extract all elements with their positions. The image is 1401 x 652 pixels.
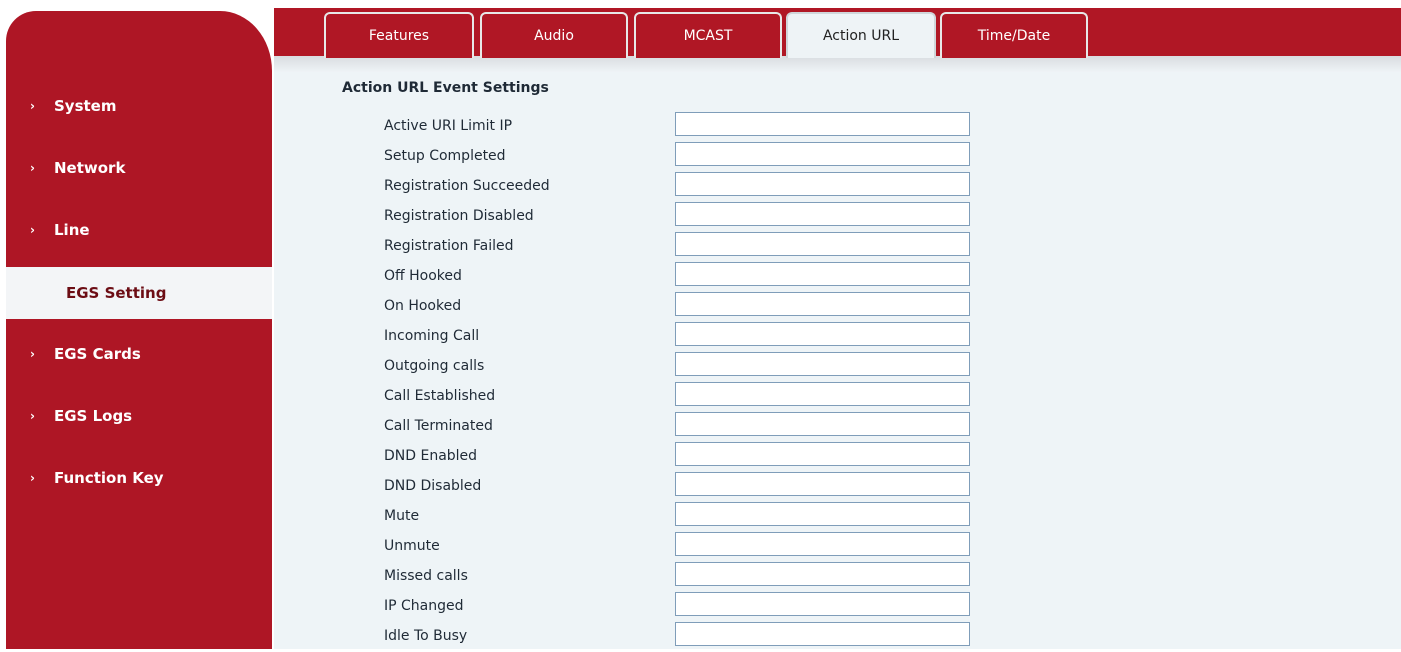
field-label: DND Enabled bbox=[384, 448, 478, 464]
sidebar-item-egs-cards[interactable]: › EGS Cards bbox=[6, 339, 272, 369]
chevron-right-icon: › bbox=[30, 223, 35, 237]
field-label: Outgoing calls bbox=[384, 358, 485, 374]
form-row: Unmute bbox=[274, 532, 1401, 562]
form-row: Missed calls bbox=[274, 562, 1401, 592]
missed-calls-input[interactable] bbox=[675, 562, 970, 586]
section-title: Action URL Event Settings bbox=[342, 80, 549, 96]
chevron-right-icon: › bbox=[30, 409, 35, 423]
sidebar-item-network[interactable]: › Network bbox=[6, 153, 272, 183]
sidebar-item-line[interactable]: › Line bbox=[6, 215, 272, 245]
field-label: Unmute bbox=[384, 538, 440, 554]
idle-to-busy-input[interactable] bbox=[675, 622, 970, 646]
main-content: Action URL Event Settings Active URI Lim… bbox=[274, 72, 1401, 649]
tab-label: Audio bbox=[534, 28, 574, 44]
sidebar-item-function-key[interactable]: › Function Key bbox=[6, 463, 272, 493]
sidebar-item-system[interactable]: › System bbox=[6, 91, 272, 121]
mute-input[interactable] bbox=[675, 502, 970, 526]
form-row: Setup Completed bbox=[274, 142, 1401, 172]
dnd-enabled-input[interactable] bbox=[675, 442, 970, 466]
sidebar-item-label: System bbox=[54, 97, 117, 115]
field-label: DND Disabled bbox=[384, 478, 482, 494]
field-label: Mute bbox=[384, 508, 420, 524]
form-row: Incoming Call bbox=[274, 322, 1401, 352]
form-row: Outgoing calls bbox=[274, 352, 1401, 382]
field-label: Setup Completed bbox=[384, 148, 506, 164]
sidebar-item-label: EGS Setting bbox=[66, 284, 167, 302]
sidebar-item-label: EGS Logs bbox=[54, 407, 133, 425]
sidebar-item-label: EGS Cards bbox=[54, 345, 141, 363]
ip-changed-input[interactable] bbox=[675, 592, 970, 616]
sidebar-item-label: Function Key bbox=[54, 469, 164, 487]
field-label: Call Terminated bbox=[384, 418, 493, 434]
outgoing-calls-input[interactable] bbox=[675, 352, 970, 376]
sidebar-item-egs-logs[interactable]: › EGS Logs bbox=[6, 401, 272, 431]
sidebar-item-label: Network bbox=[54, 159, 126, 177]
field-label: On Hooked bbox=[384, 298, 462, 314]
registration-disabled-input[interactable] bbox=[675, 202, 970, 226]
tab-features[interactable]: Features bbox=[324, 12, 474, 58]
tab-time-date[interactable]: Time/Date bbox=[940, 12, 1088, 58]
form-row: On Hooked bbox=[274, 292, 1401, 322]
form-row: IP Changed bbox=[274, 592, 1401, 622]
form-row: Idle To Busy bbox=[274, 622, 1401, 652]
field-label: Missed calls bbox=[384, 568, 468, 584]
call-established-input[interactable] bbox=[675, 382, 970, 406]
form-row: Active URI Limit IP bbox=[274, 112, 1401, 142]
chevron-right-icon: › bbox=[30, 471, 35, 485]
field-label: Call Established bbox=[384, 388, 496, 404]
chevron-right-icon: › bbox=[30, 347, 35, 361]
incoming-call-input[interactable] bbox=[675, 322, 970, 346]
tab-mcast[interactable]: MCAST bbox=[634, 12, 782, 58]
field-label: Active URI Limit IP bbox=[384, 118, 513, 134]
on-hooked-input[interactable] bbox=[675, 292, 970, 316]
form-row: Off Hooked bbox=[274, 262, 1401, 292]
sidebar-item-egs-setting[interactable]: EGS Setting bbox=[6, 267, 272, 319]
form-row: Registration Failed bbox=[274, 232, 1401, 262]
sidebar-item-label: Line bbox=[54, 221, 90, 239]
unmute-input[interactable] bbox=[675, 532, 970, 556]
tab-label: Features bbox=[368, 28, 430, 44]
tab-label: Time/Date bbox=[977, 28, 1051, 44]
tab-action-url[interactable]: Action URL bbox=[786, 12, 936, 58]
registration-succeeded-input[interactable] bbox=[675, 172, 970, 196]
active-uri-limit-ip-input[interactable] bbox=[675, 112, 970, 136]
field-label: Incoming Call bbox=[384, 328, 480, 344]
form-row: Mute bbox=[274, 502, 1401, 532]
form-row: Registration Succeeded bbox=[274, 172, 1401, 202]
form-row: Call Established bbox=[274, 382, 1401, 412]
chevron-right-icon: › bbox=[30, 99, 35, 113]
form-row: Call Terminated bbox=[274, 412, 1401, 442]
field-label: Off Hooked bbox=[384, 268, 462, 284]
tab-label: MCAST bbox=[683, 28, 733, 44]
setup-completed-input[interactable] bbox=[675, 142, 970, 166]
field-label: Registration Succeeded bbox=[384, 178, 550, 194]
field-label: Registration Failed bbox=[384, 238, 514, 254]
field-label: Idle To Busy bbox=[384, 628, 468, 644]
header-shadow bbox=[274, 56, 1401, 72]
tab-audio[interactable]: Audio bbox=[480, 12, 628, 58]
field-label: IP Changed bbox=[384, 598, 464, 614]
form-row: DND Enabled bbox=[274, 442, 1401, 472]
chevron-right-icon: › bbox=[30, 161, 35, 175]
off-hooked-input[interactable] bbox=[675, 262, 970, 286]
field-label: Registration Disabled bbox=[384, 208, 534, 224]
registration-failed-input[interactable] bbox=[675, 232, 970, 256]
tab-label: Action URL bbox=[822, 28, 900, 44]
form-row: Registration Disabled bbox=[274, 202, 1401, 232]
form-row: DND Disabled bbox=[274, 472, 1401, 502]
sidebar: › System › Network › Line EGS Setting › … bbox=[6, 11, 272, 649]
dnd-disabled-input[interactable] bbox=[675, 472, 970, 496]
call-terminated-input[interactable] bbox=[675, 412, 970, 436]
